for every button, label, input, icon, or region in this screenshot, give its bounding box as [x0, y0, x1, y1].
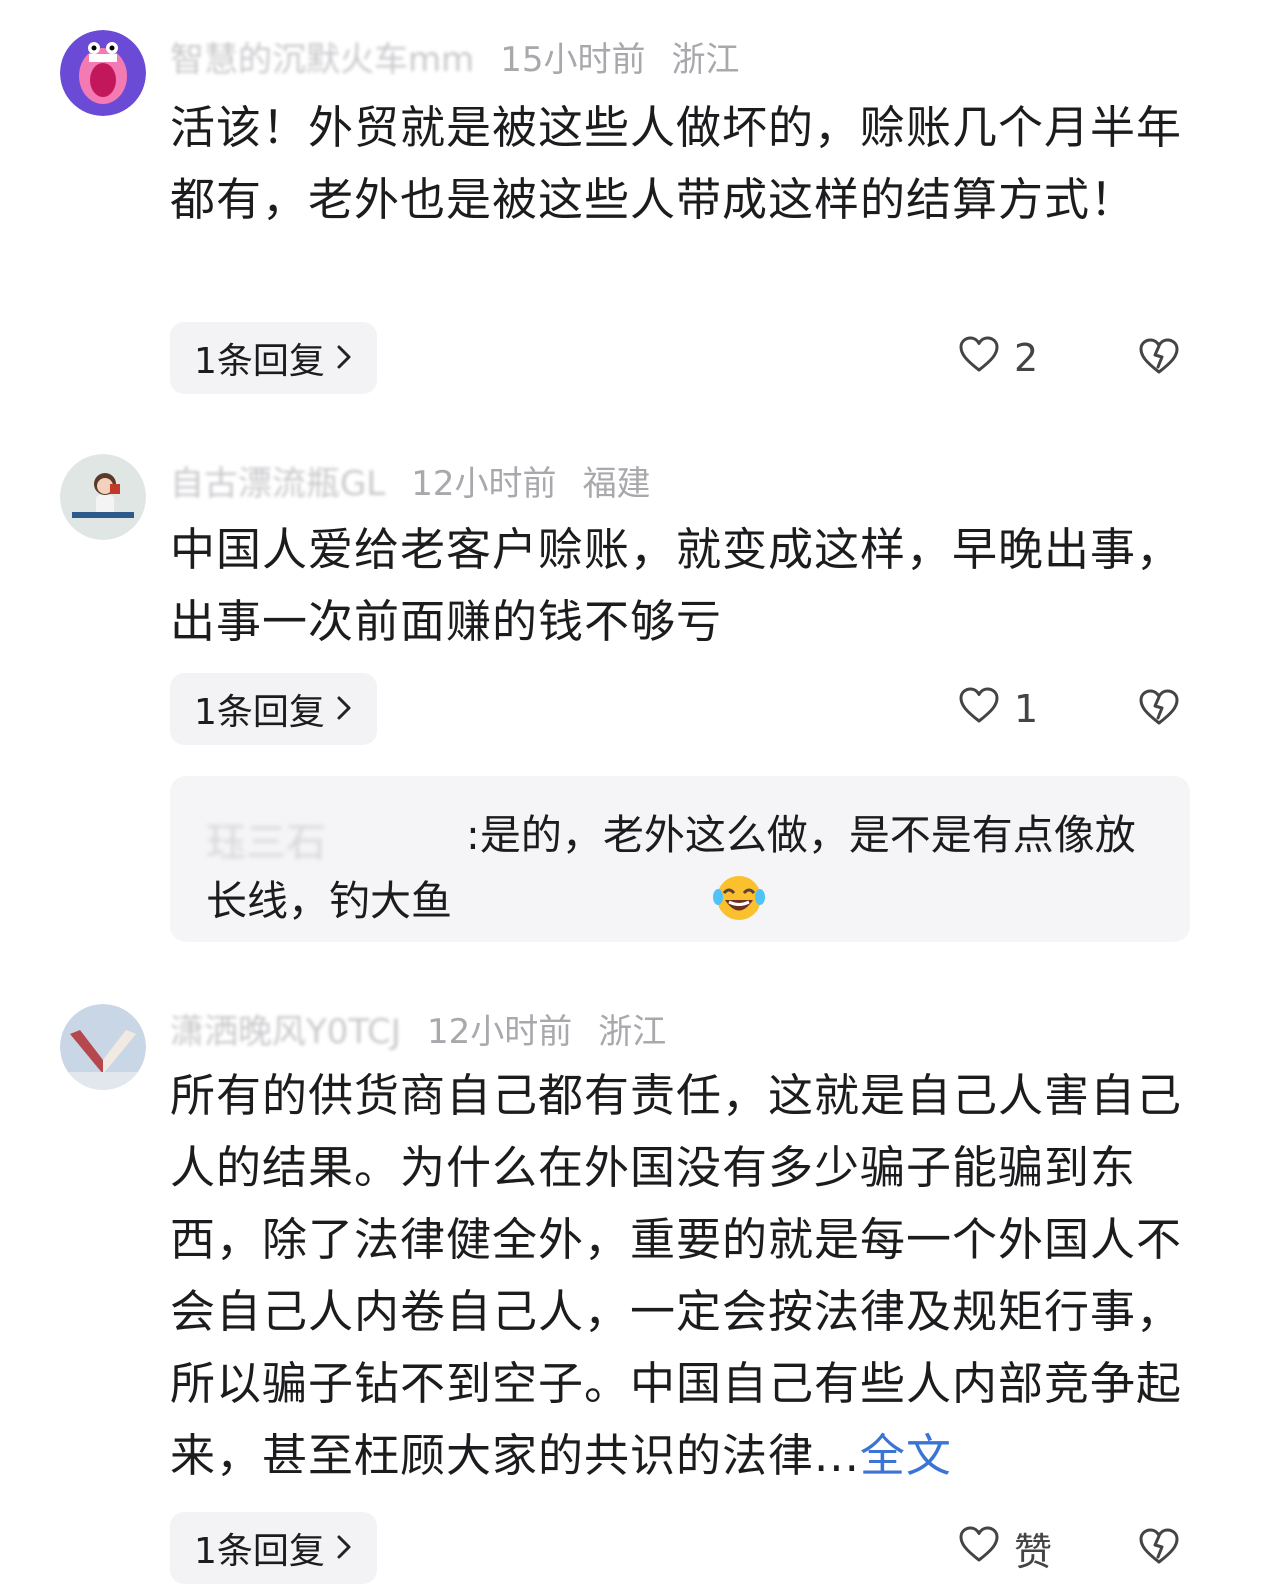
- comment-location: 浙江: [598, 1011, 667, 1052]
- chevron-right-icon: [335, 338, 353, 379]
- chevron-right-icon: [335, 1528, 353, 1569]
- comment-author[interactable]: 智慧的沉默火车mm: [170, 32, 474, 81]
- comment-time: 12小时前: [411, 463, 557, 504]
- avatar[interactable]: [60, 1004, 146, 1090]
- avatar[interactable]: [60, 454, 146, 540]
- comment-text-content: 所有的供货商自己都有责任，这就是自己人害自己人的结果。为什么在外国没有多少骗子能…: [170, 1069, 1183, 1482]
- sub-reply[interactable]: 珏三石 :是的，老外这么做，是不是有点像放长线，钓大鱼: [170, 776, 1190, 942]
- heart-outline-icon: [958, 335, 1000, 382]
- heart-outline-icon: [958, 686, 1000, 733]
- comment-meta: 潇洒晚风Y0TCJ 12小时前 浙江: [170, 1004, 667, 1053]
- like-count: 赞: [1014, 1529, 1053, 1574]
- like-count: 1: [1014, 687, 1039, 731]
- view-replies-button[interactable]: 1条回复: [170, 322, 377, 394]
- comment-time: 12小时前: [426, 1011, 573, 1052]
- like-button[interactable]: 1: [958, 673, 1038, 745]
- sub-reply-text: :是的，老外这么做，是不是有点像放长线，钓大鱼: [206, 802, 1166, 934]
- comment-text: 中国人爱给老客户赊账，就变成这样，早晚出事，出事一次前面赚的钱不够亏: [170, 523, 1183, 648]
- comment-author[interactable]: 自古漂流瓶GL: [170, 456, 385, 505]
- chevron-right-icon: [335, 689, 353, 730]
- broken-heart-icon: [1138, 1527, 1180, 1569]
- comment-time: 15小时前: [500, 39, 646, 80]
- laughing-tears-emoji: [452, 873, 765, 923]
- view-replies-button[interactable]: 1条回复: [170, 673, 377, 745]
- comment-location: 浙江: [671, 39, 740, 80]
- dislike-button[interactable]: [1138, 322, 1180, 394]
- comment-meta: 自古漂流瓶GL 12小时前 福建: [170, 456, 651, 505]
- comment-text: 活该！外贸就是被这些人做坏的，赊账几个月半年都有，老外也是被这些人带成这样的结算…: [170, 101, 1183, 226]
- dislike-button[interactable]: [1138, 1512, 1180, 1584]
- reply-count-label: 1条回复: [194, 1531, 325, 1572]
- reply-count-label: 1条回复: [194, 341, 325, 382]
- like-count: 2: [1014, 336, 1039, 380]
- comment-text: 所有的供货商自己都有责任，这就是自己人害自己人的结果。为什么在外国没有多少骗子能…: [170, 1060, 1200, 1492]
- like-button[interactable]: 2: [958, 322, 1038, 394]
- comment-meta: 智慧的沉默火车mm 15小时前 浙江: [170, 32, 740, 81]
- expand-full-text-link[interactable]: 全文: [860, 1429, 952, 1482]
- comment-location: 福建: [582, 463, 651, 504]
- dislike-button[interactable]: [1138, 673, 1180, 745]
- heart-outline-icon: [958, 1525, 1000, 1572]
- reply-count-label: 1条回复: [194, 692, 325, 733]
- view-replies-button[interactable]: 1条回复: [170, 1512, 377, 1584]
- broken-heart-icon: [1138, 337, 1180, 379]
- sub-reply-text-content: :是的，老外这么做，是不是有点像放长线，钓大鱼: [206, 811, 1136, 925]
- avatar[interactable]: [60, 30, 146, 116]
- broken-heart-icon: [1138, 688, 1180, 730]
- comment-author[interactable]: 潇洒晚风Y0TCJ: [170, 1004, 401, 1053]
- like-button[interactable]: 赞: [958, 1512, 1052, 1584]
